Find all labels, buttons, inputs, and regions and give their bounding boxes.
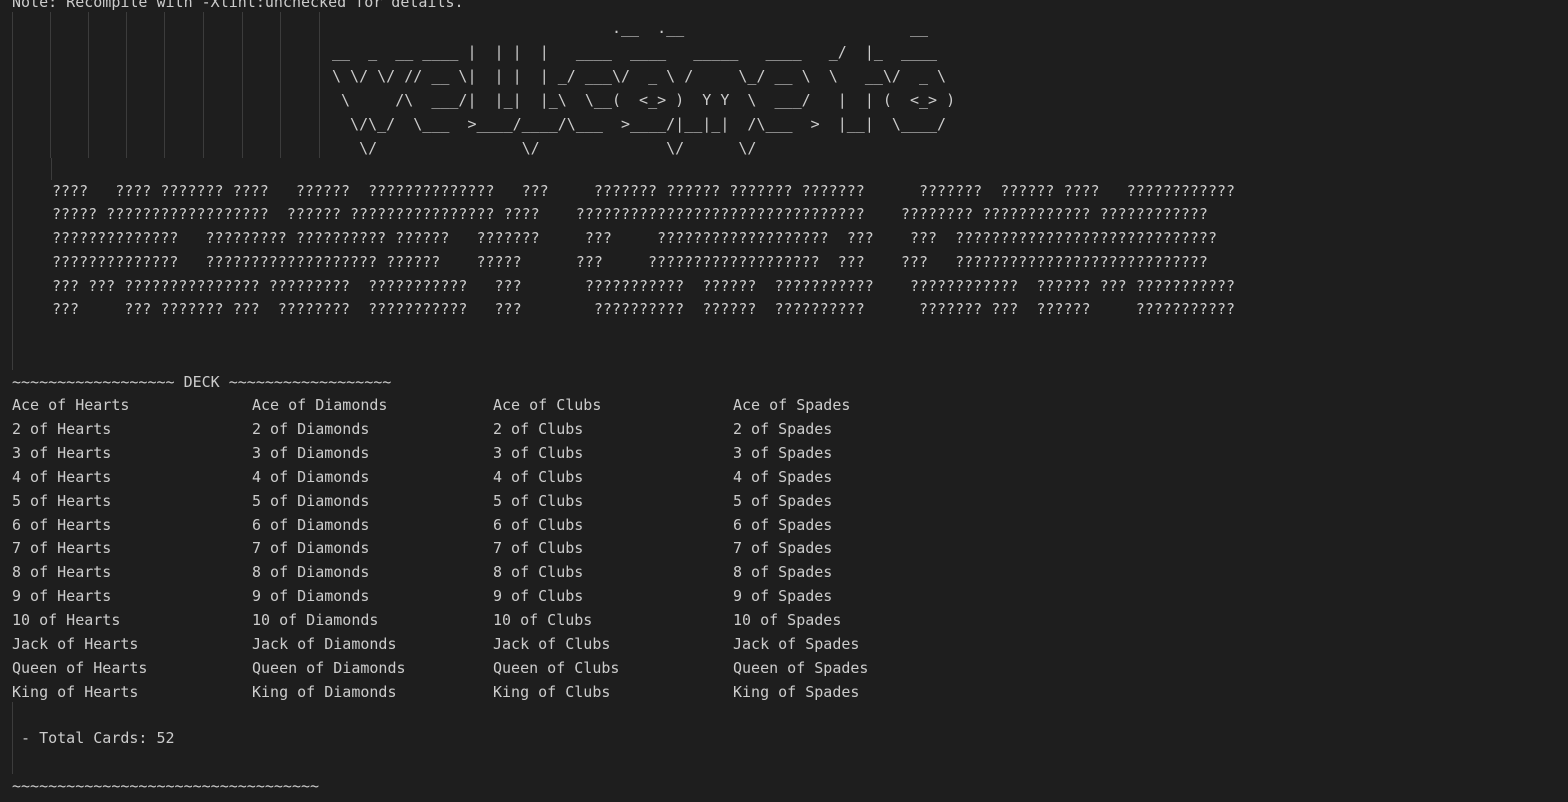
card-entry: King of Diamonds (252, 682, 397, 701)
banner-line: __ _ __ ____ | | | | ____ ____ _____ ___… (332, 43, 938, 61)
card-entry: 8 of Clubs (493, 563, 584, 582)
card-entry: 7 of Spades (733, 539, 833, 558)
card-entry: 6 of Diamonds (252, 515, 370, 534)
hearts-column: Ace of Hearts 2 of Hearts 3 of Hearts 4 … (12, 394, 147, 705)
garbled-line: ??? ??? ??????? ??? ???????? ???????????… (52, 300, 1236, 318)
diamonds-column: Ace of Diamonds 2 of Diamonds 3 of Diamo… (252, 394, 406, 705)
card-entry: 4 of Diamonds (252, 467, 370, 486)
card-entry: 4 of Clubs (493, 467, 584, 486)
garbled-line: ??? ??? ??????????????? ????????? ??????… (52, 277, 1236, 295)
card-entry: 4 of Hearts (12, 467, 112, 486)
garbled-line: ???? ???? ??????? ???? ?????? ??????????… (52, 182, 1236, 200)
card-entry: 8 of Spades (733, 563, 833, 582)
card-entry: 10 of Hearts (12, 611, 121, 630)
card-entry: 5 of Spades (733, 491, 833, 510)
clubs-column: Ace of Clubs 2 of Clubs 3 of Clubs 4 of … (493, 394, 619, 705)
card-entry: Jack of Clubs (493, 635, 611, 654)
card-entry: 6 of Spades (733, 515, 833, 534)
card-entry: 6 of Hearts (12, 515, 112, 534)
card-entry: 7 of Diamonds (252, 539, 370, 558)
card-entry: Jack of Spades (733, 635, 860, 654)
card-entry: 7 of Hearts (12, 539, 112, 558)
card-entry: Queen of Hearts (12, 658, 148, 677)
card-entry: 2 of Diamonds (252, 419, 370, 438)
indent-guide (51, 158, 52, 180)
card-entry: 5 of Clubs (493, 491, 584, 510)
garbled-line: ?????????????? ??????????????????? ?????… (52, 253, 1208, 271)
banner-line: \ /\ ___/| |_| |_\ \__( <_> ) Y Y \ ___/… (332, 91, 956, 109)
card-entry: 10 of Spades (733, 611, 842, 630)
card-entry: Queen of Diamonds (252, 658, 406, 677)
card-entry: Queen of Clubs (493, 658, 620, 677)
banner-line: .__ .__ __ (332, 19, 929, 37)
card-entry: Queen of Spades (733, 658, 869, 677)
card-entry: 3 of Diamonds (252, 443, 370, 462)
card-entry: King of Hearts (12, 682, 139, 701)
card-entry: 3 of Hearts (12, 443, 112, 462)
card-entry: 6 of Clubs (493, 515, 584, 534)
card-entry: 9 of Diamonds (252, 587, 370, 606)
card-entry: 7 of Clubs (493, 539, 584, 558)
card-entry: 2 of Hearts (12, 419, 112, 438)
card-entry: 3 of Clubs (493, 443, 584, 462)
banner-line: \/\_/ \___ >____/____/\___ >____/|__|_| … (332, 115, 947, 133)
card-entry: King of Spades (733, 682, 860, 701)
card-entry: King of Clubs (493, 682, 611, 701)
deck-header: ~~~~~~~~~~~~~~~~~~ DECK ~~~~~~~~~~~~~~~~… (12, 373, 392, 391)
card-entry: 4 of Spades (733, 467, 833, 486)
card-entry: 2 of Clubs (493, 419, 584, 438)
card-entry: 3 of Spades (733, 443, 833, 462)
card-entry: 5 of Diamonds (252, 491, 370, 510)
card-entry: 8 of Diamonds (252, 563, 370, 582)
card-entry: Ace of Hearts (12, 396, 130, 414)
card-entry: 5 of Hearts (12, 491, 112, 510)
card-entry: 10 of Diamonds (252, 611, 379, 630)
card-entry: Ace of Spades (733, 396, 851, 414)
indent-guide (12, 158, 13, 370)
garbled-line: ????? ?????????????????? ?????? ????????… (52, 205, 1208, 223)
card-entry: Ace of Diamonds (252, 396, 388, 414)
banner-line: \ \/ \/ // __ \| | | | _/ ___\/ _ \ / \_… (332, 67, 947, 85)
card-entry: 9 of Spades (733, 587, 833, 606)
card-entry: 9 of Hearts (12, 587, 112, 606)
indent-guides (12, 12, 332, 158)
card-entry: 2 of Spades (733, 419, 833, 438)
card-entry: Jack of Diamonds (252, 635, 397, 654)
spades-column: Ace of Spades 2 of Spades 3 of Spades 4 … (733, 394, 868, 705)
bottom-rule: ~~~~~~~~~~~~~~~~~~~~~~~~~~~~~~~~~~ (12, 777, 320, 795)
banner-line: \/ \/ \/ \/ (332, 139, 757, 157)
garbled-line: ?????????????? ????????? ?????????? ????… (52, 229, 1217, 247)
card-entry: 9 of Clubs (493, 587, 584, 606)
total-cards: - Total Cards: 52 (12, 729, 175, 747)
card-entry: Jack of Hearts (12, 635, 139, 654)
card-entry: 8 of Hearts (12, 563, 112, 582)
card-entry: Ace of Clubs (493, 396, 602, 414)
card-entry: 10 of Clubs (493, 611, 593, 630)
